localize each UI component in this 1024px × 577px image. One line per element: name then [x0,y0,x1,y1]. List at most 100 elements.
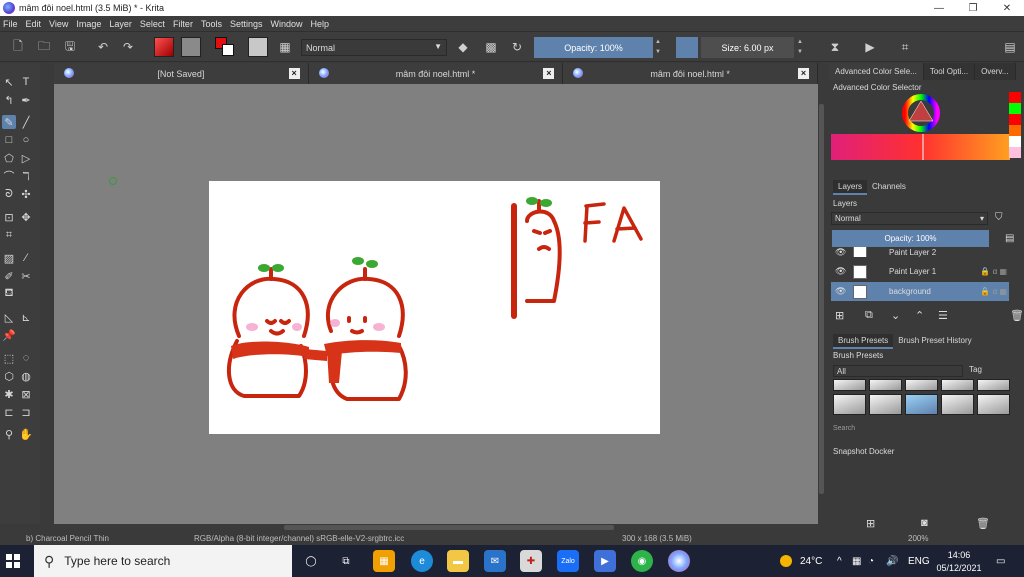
mail-icon[interactable]: ✉ [484,550,506,572]
reload-preset-icon[interactable]: ↻ [509,39,525,55]
duplicate-layer-icon[interactable]: ⧉ [865,309,873,322]
tab-layers[interactable]: Layers [833,180,868,195]
close-tab-icon[interactable]: × [543,68,555,79]
color-picker-icon[interactable]: ⁄ [19,251,33,265]
new-document-icon[interactable]: 🗋 [10,39,26,55]
tab-advanced-color-selector[interactable]: Advanced Color Sele... [829,63,924,80]
line-tool-icon[interactable]: ╱ [19,115,33,129]
canvas-viewport[interactable] [54,84,818,524]
smart-patch-icon[interactable]: ✐ [2,269,16,283]
brush-preset[interactable] [833,379,866,391]
freehand-select-icon[interactable]: ◍ [19,369,33,383]
dynamic-brush-icon[interactable]: ᘐ [2,187,16,201]
brush-tag-select[interactable]: Tag [969,365,999,377]
input-language[interactable]: ENG [908,545,930,577]
minimize-button[interactable]: — [922,0,956,16]
wrap-around-icon[interactable]: ⌗ [897,39,913,55]
add-layer-icon[interactable]: ⊞ [835,309,844,322]
menu-settings[interactable]: Settings [230,19,263,29]
brush-search-input[interactable]: Search [833,425,1005,436]
ellipse-tool-icon[interactable]: ○ [19,133,33,147]
tab-not-saved[interactable]: [Not Saved] × [54,63,309,84]
menu-window[interactable]: Window [270,19,302,29]
cortana-icon[interactable]: ◯ [300,550,322,572]
text-tool-icon[interactable]: T [19,75,33,89]
layer-properties-icon[interactable]: ☰ [938,309,948,322]
tab-brush-preset-history[interactable]: Brush Preset History [893,334,976,349]
save-icon[interactable]: 🖫 [62,39,78,55]
background-color[interactable] [222,44,234,56]
close-tab-icon[interactable]: × [798,68,810,79]
brush-preset[interactable] [869,379,902,391]
assistant-tool-icon[interactable]: ✂ [19,269,33,283]
windows-start-icon[interactable] [6,554,20,568]
delete-layer-icon[interactable]: 🗑 [1010,309,1024,322]
maximize-button[interactable]: ❐ [956,0,990,16]
volume-icon[interactable]: 🔊 [886,545,898,577]
edge-icon[interactable]: e [411,550,433,572]
brush-filter-select[interactable]: All [833,365,963,377]
rectangle-tool-icon[interactable]: □ [2,133,16,147]
pattern-swatch[interactable] [181,37,201,57]
file-explorer-icon[interactable]: ▬ [447,550,469,572]
freehand-brush-icon[interactable]: ✎ [2,115,16,129]
brush-preset[interactable] [869,394,902,415]
drawing-canvas[interactable] [209,181,660,434]
brush-preset[interactable] [833,394,866,415]
rect-select-icon[interactable]: ⬚ [2,351,16,365]
brush-preset[interactable] [905,379,938,391]
horizontal-scrollbar[interactable] [54,524,818,532]
tab-tool-options[interactable]: Tool Opti... [923,63,976,80]
brush-preset[interactable] [977,379,1010,391]
move-tool-icon[interactable]: ✥ [19,210,33,224]
filter-icon[interactable]: ⛉ [995,212,1003,223]
lock-icon[interactable]: 🔒 α ▦ [980,267,1007,276]
polygon-tool-icon[interactable]: ⬠ [2,151,16,165]
transform-tool-icon[interactable]: ⊡ [2,210,16,224]
tab-brush-presets[interactable]: Brush Presets [833,334,894,349]
menu-layer[interactable]: Layer [109,19,132,29]
tray-chevron-icon[interactable]: ^ [837,545,842,577]
color-swatches[interactable] [1009,92,1021,158]
measure-tool-icon[interactable]: ◺ [2,310,16,324]
tab-mam-doi-noel-2[interactable]: mâm đôi noel.html * × [563,63,819,84]
tray-app-icon[interactable]: ▦ [852,545,861,577]
tab-mam-doi-noel-1[interactable]: mâm đôi noel.html * × [308,63,564,84]
eraser-icon[interactable]: ◆ [455,39,471,55]
menu-image[interactable]: Image [76,19,101,29]
calligraphy-icon[interactable]: ✒ [19,93,33,107]
layer-row[interactable]: 👁 Paint Layer 2 [831,247,1009,257]
menu-select[interactable]: Select [140,19,165,29]
video-call-icon[interactable]: ▶ [594,550,616,572]
ellipse-select-icon[interactable]: ◌ [19,351,33,365]
gradient-swatch[interactable] [154,37,174,57]
brush-preset[interactable] [977,394,1010,415]
crop-tool-icon[interactable]: ⌗ [2,228,16,242]
multibrush-icon[interactable]: ✣ [19,187,33,201]
undo-icon[interactable]: ↶ [95,39,111,55]
menu-filter[interactable]: Filter [173,19,193,29]
zoom-tool-icon[interactable]: ⚲ [2,427,16,441]
blend-mode-select[interactable]: Normal ▼ [301,39,447,56]
perspective-icon[interactable]: ⊾ [19,310,33,324]
task-view-icon[interactable]: ⧉ [335,550,357,572]
krita-taskbar-icon[interactable] [668,550,690,572]
brush-preset-icon[interactable] [248,37,268,57]
similar-select-icon[interactable]: ⊠ [19,387,33,401]
polyline-tool-icon[interactable]: ▷ [19,151,33,165]
scroll-thumb[interactable] [284,525,614,530]
contiguous-select-icon[interactable]: ✱ [2,387,16,401]
move-up-icon[interactable]: ⌃ [915,309,924,322]
freehand-path-icon[interactable]: ℸ [19,169,33,183]
opacity-slider[interactable]: Opacity: 100% [534,37,653,58]
lock-icon[interactable]: 🔒 α ▦ [980,287,1007,296]
move-down-icon[interactable]: ⌄ [891,309,900,322]
menu-file[interactable]: File [3,19,18,29]
opacity-spin[interactable]: ▲ ▼ [654,37,662,58]
scroll-thumb[interactable] [819,104,824,494]
close-tab-icon[interactable]: × [288,68,300,79]
fg-bg-color-selector[interactable] [215,37,235,57]
workspace-icon[interactable]: ▦ [277,39,293,55]
camera-icon[interactable]: ◙ [921,517,928,529]
magnetic-select-icon[interactable]: ⊐ [19,405,33,419]
